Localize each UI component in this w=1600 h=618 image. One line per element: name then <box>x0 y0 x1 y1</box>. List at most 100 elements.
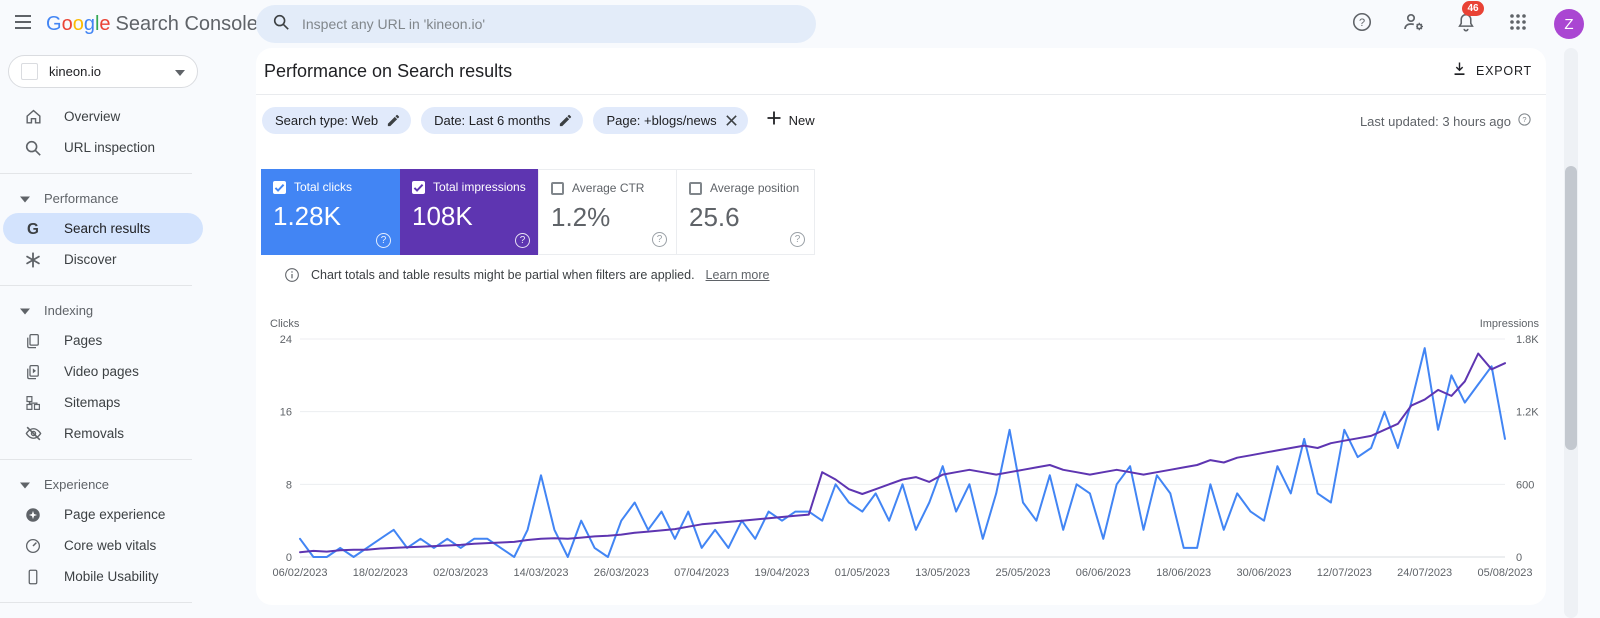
edit-pencil-icon[interactable] <box>558 113 573 128</box>
sidebar-item-core-web-vitals[interactable]: Core web vitals <box>3 530 203 561</box>
sidebar-item-removals[interactable]: Removals <box>3 418 203 449</box>
metric-card-average-position[interactable]: Average position25.6? <box>676 169 815 255</box>
sidebar-item-page-experience[interactable]: Page experience <box>3 499 203 530</box>
scrollbar-thumb[interactable] <box>1565 166 1577 450</box>
sidebar-item-label: Sitemaps <box>64 395 120 410</box>
metric-help-icon[interactable]: ? <box>652 232 667 247</box>
y-axis-title-clicks: Clicks <box>270 318 300 330</box>
metric-label: Total clicks <box>294 180 352 194</box>
hamburger-menu-button[interactable] <box>0 0 46 48</box>
sitemap-icon <box>23 393 43 413</box>
sidebar-item-overview[interactable]: Overview <box>3 101 203 132</box>
checkbox-checked-icon[interactable] <box>273 181 286 194</box>
url-inspect-search-bar[interactable] <box>256 5 816 43</box>
sidebar-item-label: URL inspection <box>64 140 155 155</box>
sidebar-item-label: Mobile Usability <box>64 569 159 584</box>
checkbox-unchecked-icon[interactable] <box>689 182 702 195</box>
sidebar-item-sitemaps[interactable]: Sitemaps <box>3 387 203 418</box>
export-label: EXPORT <box>1476 64 1532 78</box>
export-button[interactable]: EXPORT <box>1451 60 1532 82</box>
question-icon[interactable]: ? <box>1517 112 1532 130</box>
metric-cards: Total clicks1.28K?Total impressions108K?… <box>261 169 815 255</box>
google-letter: o <box>73 13 84 35</box>
x-axis-tick: 06/06/2023 <box>1076 567 1131 579</box>
y-axis-tick-impressions: 0 <box>1516 552 1522 564</box>
x-axis-tick: 06/02/2023 <box>272 567 327 579</box>
sidebar-item-discover[interactable]: Discover <box>3 244 203 275</box>
section-label: Experience <box>44 477 109 492</box>
notifications-button[interactable]: 46 <box>1450 8 1482 40</box>
section-header-performance[interactable]: Performance <box>0 184 256 213</box>
collapse-caret-icon <box>20 476 30 494</box>
svg-text:G: G <box>27 220 39 237</box>
pages-icon <box>23 331 43 351</box>
metric-card-average-ctr[interactable]: Average CTR1.2%? <box>538 169 677 255</box>
section-header-indexing[interactable]: Indexing <box>0 296 256 325</box>
plus-icon <box>766 110 782 131</box>
sidebar-divider <box>0 173 192 174</box>
sidebar-item-label: Pages <box>64 333 102 348</box>
page-header: Performance on Search results EXPORT <box>256 48 1546 95</box>
help-button[interactable]: ? <box>1346 8 1378 40</box>
filter-chip-page[interactable]: Page: +blogs/news <box>593 107 747 134</box>
y-axis-tick-clicks: 0 <box>286 552 292 564</box>
metric-value: 25.6 <box>689 202 802 233</box>
total-clicks-line <box>300 348 1505 557</box>
user-settings-icon <box>1402 10 1426 39</box>
google-search-console-logo: Google Search Console <box>46 13 258 36</box>
learn-more-link[interactable]: Learn more <box>706 268 770 282</box>
y-axis-tick-impressions: 600 <box>1516 479 1534 491</box>
sidebar-item-pages[interactable]: Pages <box>3 325 203 356</box>
search-icon <box>272 13 290 36</box>
home-icon <box>23 107 43 127</box>
x-axis-tick: 26/03/2023 <box>594 567 649 579</box>
topbar-actions: ? 46 Z <box>1346 0 1584 48</box>
x-axis-tick: 18/02/2023 <box>353 567 408 579</box>
sidebar-item-url-inspection[interactable]: URL inspection <box>3 132 203 163</box>
apps-grid-icon <box>1508 12 1528 37</box>
checkbox-unchecked-icon[interactable] <box>551 182 564 195</box>
new-filter-button[interactable]: New <box>766 110 815 131</box>
y-axis-tick-clicks: 8 <box>286 479 292 491</box>
checkbox-checked-icon[interactable] <box>412 181 425 194</box>
edit-pencil-icon[interactable] <box>386 113 401 128</box>
section-header-experience[interactable]: Experience <box>0 470 256 499</box>
x-axis-tick: 30/06/2023 <box>1236 567 1291 579</box>
video-icon <box>23 362 43 382</box>
remove-filter-icon[interactable] <box>725 114 738 127</box>
section-label: Performance <box>44 191 118 206</box>
metric-help-icon[interactable]: ? <box>790 232 805 247</box>
filter-chip-date[interactable]: Date: Last 6 months <box>421 107 583 134</box>
y-axis-tick-impressions: 1.2K <box>1516 407 1539 419</box>
sidebar-item-label: Core web vitals <box>64 538 156 553</box>
property-selector[interactable]: kineon.io <box>8 55 198 88</box>
sidebar: kineon.io Overview URL inspection Performa… <box>0 48 256 618</box>
x-axis-tick: 19/04/2023 <box>754 567 809 579</box>
avatar[interactable]: Z <box>1554 9 1584 39</box>
filter-chip-search-type[interactable]: Search type: Web <box>262 107 411 134</box>
sidebar-item-video-pages[interactable]: Video pages <box>3 356 203 387</box>
notification-badge: 46 <box>1462 1 1484 16</box>
apps-grid-button[interactable] <box>1502 8 1534 40</box>
manage-users-button[interactable] <box>1398 8 1430 40</box>
sidebar-nav: Overview URL inspection Performance GSearch… <box>0 101 256 618</box>
new-filter-label: New <box>789 113 815 128</box>
y-axis-tick-impressions: 1.8K <box>1516 334 1539 346</box>
sidebar-item-search-results[interactable]: GSearch results <box>3 213 203 244</box>
sidebar-item-mobile-usability[interactable]: Mobile Usability <box>3 561 203 592</box>
metric-value: 1.28K <box>273 201 388 232</box>
metric-card-total-impressions[interactable]: Total impressions108K? <box>400 169 539 255</box>
search-input[interactable] <box>302 16 782 32</box>
eye-off-icon <box>23 424 43 444</box>
google-wordmark: Google <box>46 13 111 36</box>
section-header-shopping[interactable]: Shopping <box>0 613 256 618</box>
x-axis-tick: 05/08/2023 <box>1477 567 1532 579</box>
gauge-icon <box>23 536 43 556</box>
sidebar-item-label: Video pages <box>64 364 139 379</box>
x-axis-tick: 25/05/2023 <box>995 567 1050 579</box>
metric-help-icon[interactable]: ? <box>515 233 530 248</box>
metric-card-total-clicks[interactable]: Total clicks 1.28K? <box>261 169 400 255</box>
google-letter: G <box>46 13 62 35</box>
metric-help-icon[interactable]: ? <box>376 233 391 248</box>
property-swatch-icon <box>21 63 38 80</box>
